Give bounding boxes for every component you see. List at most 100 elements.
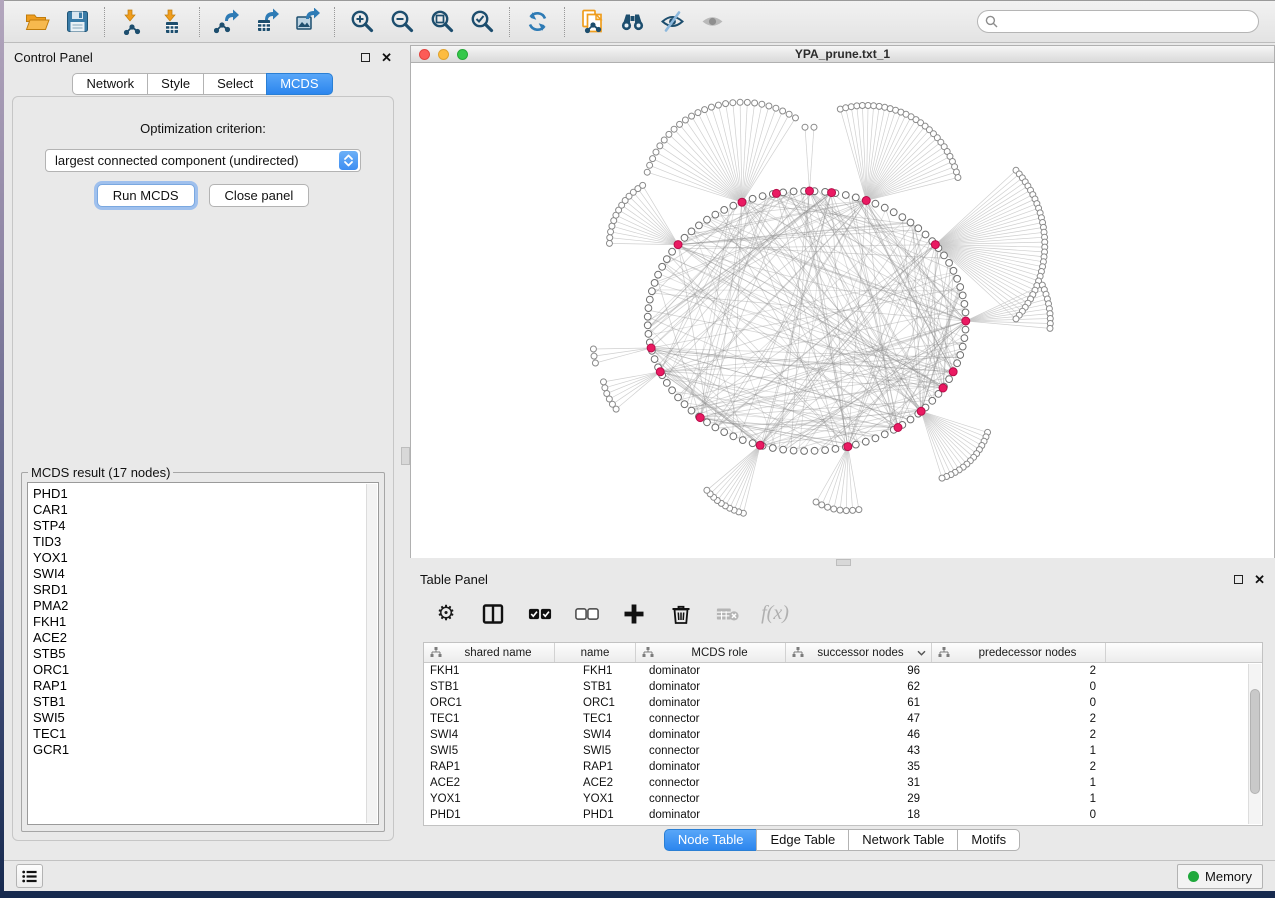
table-row[interactable]: RAP1RAP1dominator352 <box>424 759 1262 775</box>
table-row[interactable]: YOX1YOX1connector291 <box>424 791 1262 807</box>
window-maximize-icon[interactable] <box>457 49 468 60</box>
mcds-result-item[interactable]: CAR1 <box>33 502 378 518</box>
column-header-successor-nodes[interactable]: successor nodes <box>786 643 932 662</box>
mcds-tab-content: Optimization criterion: largest connecte… <box>12 96 394 841</box>
mcds-result-item[interactable]: YOX1 <box>33 550 378 566</box>
import-table-icon[interactable] <box>158 8 186 36</box>
table-scrollbar[interactable] <box>1248 664 1261 824</box>
cell-successor-nodes: 62 <box>786 681 932 693</box>
search-input[interactable] <box>1003 15 1251 29</box>
cell-name: YOX1 <box>555 793 636 805</box>
vertical-splitter-grip[interactable] <box>401 447 410 465</box>
optimization-criterion-select[interactable]: largest connected component (undirected) <box>45 149 361 172</box>
tab-mcds[interactable]: MCDS <box>266 73 332 95</box>
run-mcds-button[interactable]: Run MCDS <box>97 184 195 207</box>
search-box[interactable] <box>977 10 1259 33</box>
zoom-out-icon[interactable] <box>388 8 416 36</box>
mcds-result-item[interactable]: RAP1 <box>33 678 378 694</box>
search-binoculars-icon[interactable] <box>618 8 646 36</box>
delete-column-icon[interactable] <box>669 602 693 626</box>
column-header-predecessor-nodes[interactable]: predecessor nodes <box>932 643 1106 662</box>
mcds-result-item[interactable]: ORC1 <box>33 662 378 678</box>
task-history-button[interactable] <box>16 864 43 888</box>
export-table-icon[interactable] <box>253 8 281 36</box>
add-column-icon[interactable] <box>622 602 646 626</box>
mcds-result-item[interactable]: TEC1 <box>33 726 378 742</box>
table-row[interactable]: SWI5SWI5connector431 <box>424 743 1262 759</box>
mcds-result-item[interactable]: SWI5 <box>33 710 378 726</box>
tab-node-table[interactable]: Node Table <box>664 829 758 851</box>
deselect-all-rows-icon[interactable] <box>575 602 599 626</box>
horizontal-splitter-grip[interactable] <box>836 559 851 566</box>
float-table-panel-icon[interactable] <box>1234 575 1243 584</box>
column-header-MCDS-role[interactable]: MCDS role <box>636 643 786 662</box>
mcds-result-item[interactable]: GCR1 <box>33 742 378 758</box>
close-panel-button[interactable]: Close panel <box>209 184 310 207</box>
table-row[interactable]: FKH1FKH1dominator962 <box>424 663 1262 679</box>
open-file-icon[interactable] <box>23 8 51 36</box>
cell-shared-name: SWI5 <box>424 745 555 757</box>
apply-layout-icon[interactable] <box>523 8 551 36</box>
cell-MCDS-role: connector <box>636 713 786 725</box>
tab-network-table[interactable]: Network Table <box>848 829 958 851</box>
mcds-result-item[interactable]: PHD1 <box>33 486 378 502</box>
table-row[interactable]: ORC1ORC1dominator610 <box>424 695 1262 711</box>
table-row[interactable]: PHD1PHD1dominator180 <box>424 807 1262 823</box>
table-row[interactable]: STB1STB1dominator620 <box>424 679 1262 695</box>
select-all-rows-icon[interactable] <box>528 602 552 626</box>
mcds-result-item[interactable]: TID3 <box>33 534 378 550</box>
table-scrollbar-thumb[interactable] <box>1250 689 1260 794</box>
tab-motifs[interactable]: Motifs <box>957 829 1020 851</box>
close-panel-icon[interactable]: ✕ <box>381 53 392 62</box>
tab-edge-table[interactable]: Edge Table <box>756 829 849 851</box>
float-panel-icon[interactable] <box>361 53 370 62</box>
cytoscape-window: Control Panel ✕ NetworkStyleSelectMCDS O… <box>4 0 1275 891</box>
hide-selected-icon[interactable] <box>658 8 686 36</box>
export-network-icon[interactable] <box>213 8 241 36</box>
mcds-result-item[interactable]: PMA2 <box>33 598 378 614</box>
mcds-result-item[interactable]: SWI4 <box>33 566 378 582</box>
export-image-icon[interactable] <box>293 8 321 36</box>
network-graph[interactable] <box>411 63 1274 558</box>
tab-network[interactable]: Network <box>72 73 148 95</box>
mcds-result-item[interactable]: ACE2 <box>33 630 378 646</box>
mcds-result-item[interactable]: STB5 <box>33 646 378 662</box>
column-header-name[interactable]: name <box>555 643 636 662</box>
cell-shared-name: RAP1 <box>424 761 555 773</box>
table-settings-gear-icon[interactable]: ⚙ <box>434 602 458 626</box>
close-table-panel-icon[interactable]: ✕ <box>1254 575 1265 584</box>
cell-successor-nodes: 61 <box>786 697 932 709</box>
table-row[interactable]: ACE2ACE2connector311 <box>424 775 1262 791</box>
table-row[interactable]: SWI4SWI4dominator462 <box>424 727 1262 743</box>
mcds-result-item[interactable]: FKH1 <box>33 614 378 630</box>
mcds-result-item[interactable]: STP4 <box>33 518 378 534</box>
window-minimize-icon[interactable] <box>438 49 449 60</box>
mcds-result-item[interactable]: STB1 <box>33 694 378 710</box>
mcds-result-list[interactable]: PHD1CAR1STP4TID3YOX1SWI4SRD1PMA2FKH1ACE2… <box>27 482 379 825</box>
table-row[interactable]: TEC1TEC1connector472 <box>424 711 1262 727</box>
cell-name: TEC1 <box>555 713 636 725</box>
cell-MCDS-role: dominator <box>636 697 786 709</box>
network-from-selection-icon[interactable] <box>578 8 606 36</box>
tab-select[interactable]: Select <box>203 73 267 95</box>
show-column-panel-icon[interactable] <box>481 602 505 626</box>
cell-MCDS-role: connector <box>636 793 786 805</box>
save-session-icon[interactable] <box>63 8 91 36</box>
window-close-icon[interactable] <box>419 49 430 60</box>
mcds-result-item[interactable]: SRD1 <box>33 582 378 598</box>
column-header-shared-name[interactable]: shared name <box>424 643 555 662</box>
zoom-in-icon[interactable] <box>348 8 376 36</box>
table-panel-tabs: Node TableEdge TableNetwork TableMotifs <box>410 829 1275 851</box>
network-window-titlebar[interactable]: YPA_prune.txt_1 <box>410 45 1275 63</box>
memory-button[interactable]: Memory <box>1177 864 1263 889</box>
zoom-selected-icon[interactable] <box>468 8 496 36</box>
import-network-icon[interactable] <box>118 8 146 36</box>
cell-shared-name: YOX1 <box>424 793 555 805</box>
cell-shared-name: FKH1 <box>424 665 555 677</box>
network-canvas[interactable] <box>410 63 1275 558</box>
cell-shared-name: SWI4 <box>424 729 555 741</box>
zoom-fit-icon[interactable] <box>428 8 456 36</box>
cell-successor-nodes: 47 <box>786 713 932 725</box>
tab-style[interactable]: Style <box>147 73 204 95</box>
mcds-list-scrollbar[interactable] <box>366 484 377 823</box>
